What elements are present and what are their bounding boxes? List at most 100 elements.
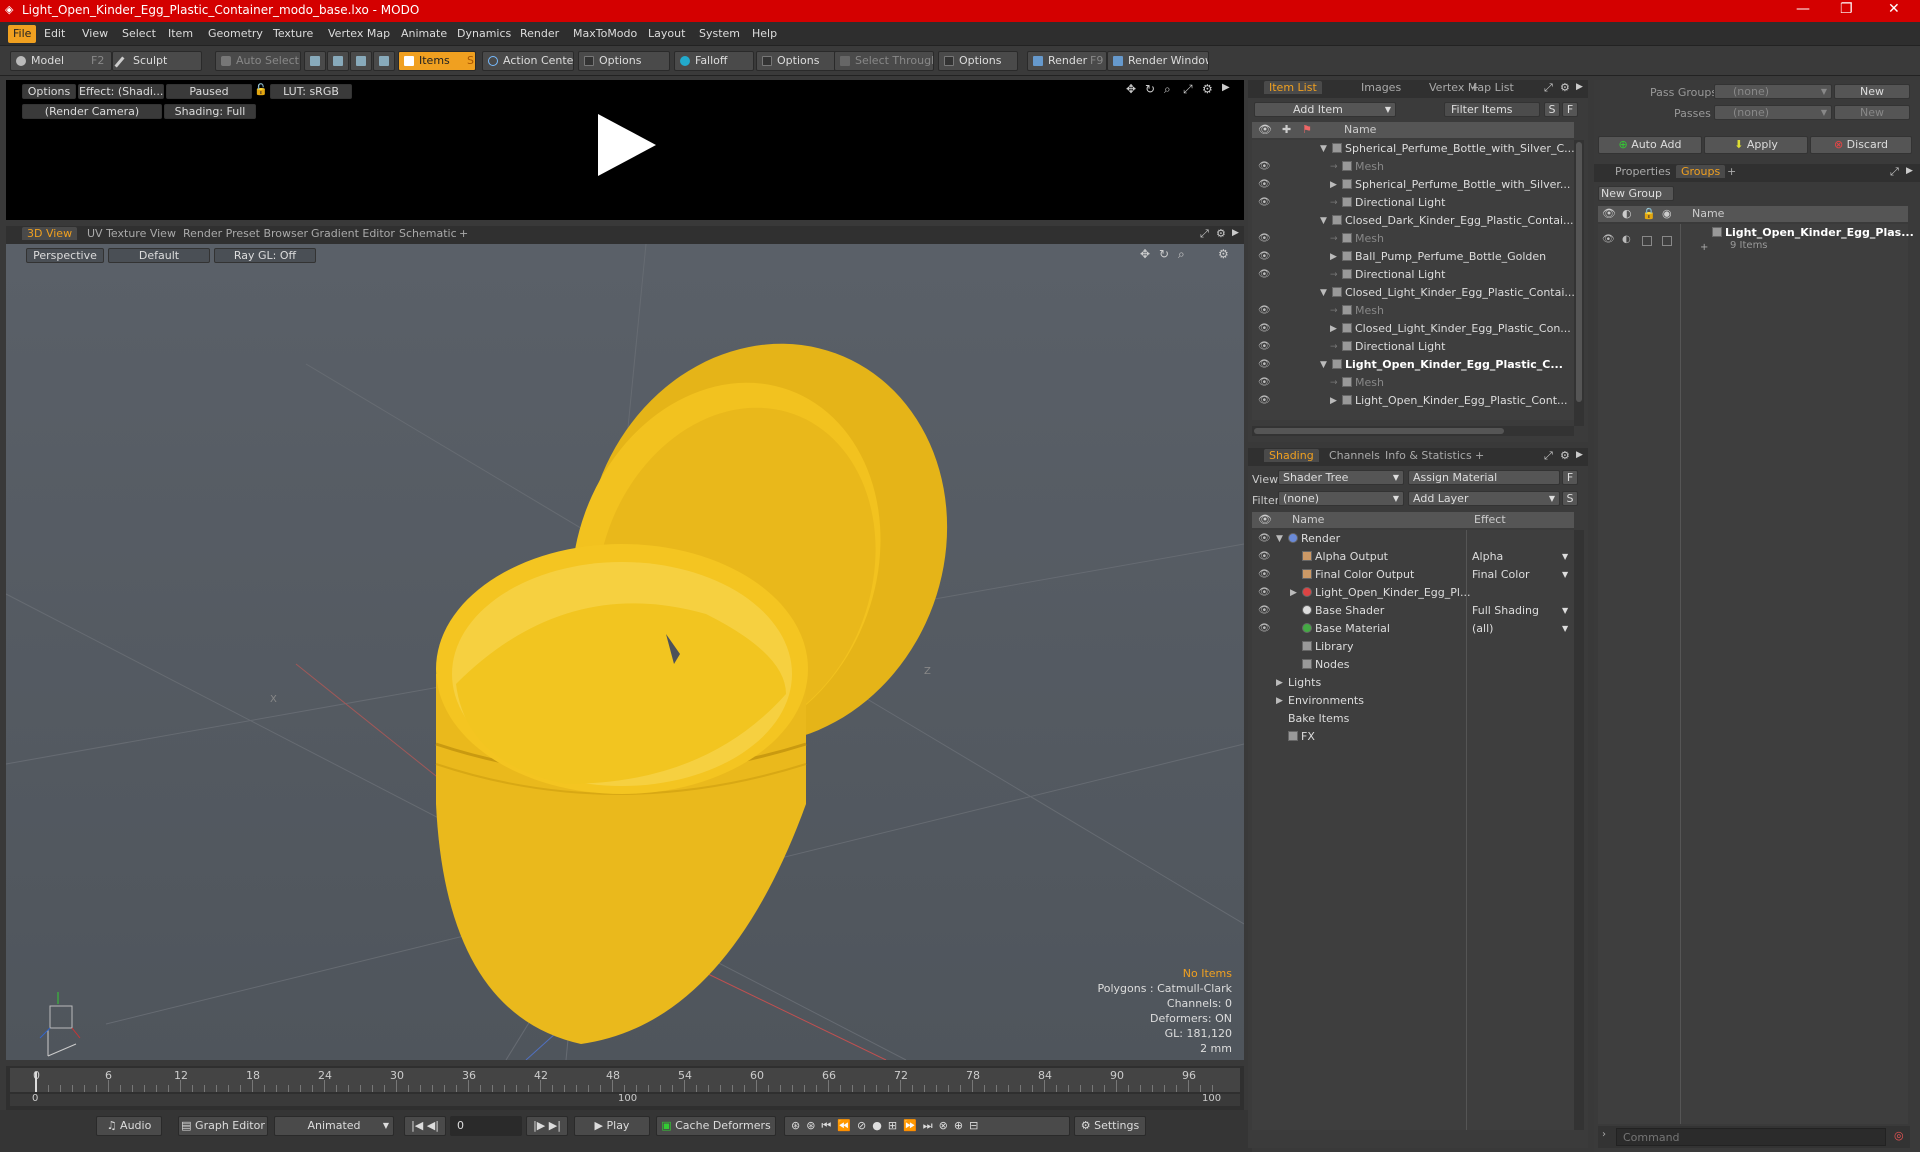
shading-s-button[interactable]: S: [1562, 491, 1578, 506]
eye-icon[interactable]: 👁: [1258, 530, 1271, 548]
items-button[interactable]: Items S: [398, 51, 476, 71]
item-list-row[interactable]: 👁 ▶ Light_Open_Kinder_Egg_Plastic_Cont...: [1252, 392, 1574, 410]
add-tab-button[interactable]: +: [454, 227, 473, 240]
item-list-row[interactable]: 👁 → Directional Light: [1252, 338, 1574, 356]
lut-dropdown[interactable]: LUT: sRGB: [270, 84, 352, 99]
cache-deformers-button[interactable]: ▣ Cache Deformers: [656, 1116, 776, 1136]
gear-icon[interactable]: ⚙: [1560, 81, 1570, 94]
assign-material-button[interactable]: Assign Material: [1408, 470, 1560, 485]
eye-icon[interactable]: 👁: [1258, 602, 1271, 620]
arrow-right-icon[interactable]: ▶: [1576, 82, 1583, 92]
timeline[interactable]: 0 6 12 18 24 30 36 42 48 54 60 66 72 78 84 90 96 0 100 1…: [6, 1066, 1244, 1110]
filter-mode-button[interactable]: F: [1562, 102, 1578, 117]
graph-editor-button[interactable]: ▤ Graph Editor: [178, 1116, 268, 1136]
gear-icon[interactable]: ⚙: [1218, 247, 1229, 261]
action-center-button[interactable]: Action Center: [482, 51, 574, 71]
eye-icon[interactable]: 👁: [1258, 176, 1271, 194]
effect-dropdown[interactable]: (all) ▼: [1472, 620, 1572, 638]
eye-icon[interactable]: 👁: [1258, 194, 1271, 212]
add-layer-dropdown[interactable]: Add Layer ▼: [1408, 491, 1560, 506]
discard-button[interactable]: ⊗ Discard: [1810, 136, 1912, 154]
tab-shading[interactable]: Shading: [1264, 449, 1319, 462]
gear-icon[interactable]: ⚙: [1202, 82, 1213, 96]
arrow-right-icon[interactable]: ▶: [1576, 450, 1583, 460]
edge-mode-button[interactable]: [327, 51, 349, 71]
expand-arrow-icon[interactable]: ▶: [1330, 176, 1337, 194]
shader-row[interactable]: ▶ Environments: [1252, 692, 1574, 710]
passes-dropdown[interactable]: (none) ▼: [1714, 105, 1832, 120]
tab-channels[interactable]: Channels: [1324, 449, 1385, 462]
vertex-mode-button[interactable]: [304, 51, 326, 71]
render-preview[interactable]: Options Effect: (Shadi... Paused 🔓 LUT: …: [6, 80, 1244, 220]
polygon-mode-button[interactable]: [350, 51, 372, 71]
lock-icon[interactable]: 🔓: [254, 83, 268, 96]
expand-arrow-icon[interactable]: ▶: [1330, 392, 1337, 410]
perspective-dropdown[interactable]: Perspective: [26, 248, 104, 263]
item-list-row[interactable]: 👁 ▶ Spherical_Perfume_Bottle_with_Silver..…: [1252, 176, 1574, 194]
timeline-cursor[interactable]: [35, 1072, 37, 1092]
item-list-row[interactable]: 👁 → Mesh: [1252, 374, 1574, 392]
item-list-row[interactable]: 👁 → Mesh: [1252, 158, 1574, 176]
shader-row[interactable]: 👁 ▼ Render: [1252, 530, 1574, 548]
tab-3d-view[interactable]: 3D View: [22, 227, 78, 240]
effect-dropdown[interactable]: Final Color ▼: [1472, 566, 1572, 584]
sculpt-button[interactable]: Sculpt: [112, 51, 202, 71]
item-list-row[interactable]: 👁 → Directional Light: [1252, 266, 1574, 284]
move-icon[interactable]: ✥: [1140, 247, 1150, 261]
tab-item-list[interactable]: Item List: [1264, 81, 1322, 94]
pass-groups-dropdown[interactable]: (none) ▼: [1714, 84, 1832, 99]
expand-group-icon[interactable]: +: [1700, 242, 1708, 253]
tab-groups[interactable]: Groups: [1676, 165, 1726, 178]
timeline-ruler-bottom[interactable]: 0 100 100: [10, 1093, 1240, 1106]
options-button-3[interactable]: Options: [938, 51, 1018, 71]
move-icon[interactable]: ✥: [1126, 82, 1136, 96]
command-record-icon[interactable]: ◎: [1894, 1129, 1904, 1142]
eye-icon[interactable]: 👁: [1258, 620, 1271, 638]
item-list-hscrollbar[interactable]: [1252, 426, 1574, 436]
shader-row[interactable]: 👁 Base Shader Full Shading ▼: [1252, 602, 1574, 620]
collapse-icon[interactable]: ▼: [1276, 530, 1283, 548]
menu-item[interactable]: Item: [168, 27, 193, 40]
rotate-icon[interactable]: ↻: [1159, 247, 1169, 261]
eye-icon[interactable]: 👁: [1258, 248, 1271, 266]
eye-icon[interactable]: 👁: [1258, 230, 1271, 248]
add-panel-tab-button[interactable]: +: [1470, 81, 1479, 94]
tab-schematic[interactable]: Schematic: [394, 227, 462, 240]
shader-row[interactable]: Bake Items: [1252, 710, 1574, 728]
add-item-dropdown[interactable]: Add Item ▼: [1254, 102, 1396, 117]
paused-button[interactable]: Paused: [166, 84, 252, 99]
3d-viewport[interactable]: Perspective Default Ray GL: Off ✥ ↻ ⌕ ⚙ …: [6, 244, 1244, 1060]
new-pass-group-button[interactable]: New: [1834, 84, 1910, 99]
shader-row[interactable]: FX: [1252, 728, 1574, 746]
filter-items-input[interactable]: Filter Items: [1444, 102, 1540, 117]
shader-row[interactable]: 👁 Alpha Output Alpha ▼: [1252, 548, 1574, 566]
eye-icon[interactable]: 👁: [1258, 566, 1271, 584]
command-arrow-icon[interactable]: ›: [1602, 1129, 1606, 1140]
expand-icon[interactable]: ⤢: [1544, 449, 1553, 463]
raygl-dropdown[interactable]: Ray GL: Off: [214, 248, 316, 263]
shading-dropdown[interactable]: Shading: Full: [164, 104, 256, 119]
zoom-icon[interactable]: ⌕: [1164, 82, 1171, 97]
material-mode-button[interactable]: [373, 51, 395, 71]
settings-button[interactable]: ⚙ Settings: [1074, 1116, 1146, 1136]
arrow-right-icon[interactable]: ▶: [1232, 228, 1239, 238]
expand-arrow-icon[interactable]: ▶: [1276, 692, 1283, 710]
default-dropdown[interactable]: Default: [108, 248, 210, 263]
shader-row[interactable]: Nodes: [1252, 656, 1574, 674]
item-list-row[interactable]: 👁 ▶ Closed_Light_Kinder_Egg_Plastic_Con...: [1252, 320, 1574, 338]
options-button-1[interactable]: Options: [578, 51, 670, 71]
model-button[interactable]: Model F2: [10, 51, 112, 71]
add-tab-button[interactable]: +: [1470, 449, 1489, 462]
new-group-button[interactable]: New Group: [1598, 186, 1674, 201]
new-pass-button[interactable]: New: [1834, 105, 1910, 120]
tab-uv-texture-view[interactable]: UV Texture View: [82, 227, 181, 240]
key-tools[interactable]: ⊛⊛⏮⏪⊘●⊞⏩⏭⊗⊕⊟: [784, 1116, 1070, 1136]
render-toggle-icon[interactable]: ◐: [1622, 234, 1631, 245]
shading-f-button[interactable]: F: [1562, 470, 1578, 485]
item-list-row[interactable]: 👁 → Mesh: [1252, 302, 1574, 320]
expand-icon[interactable]: ⤢: [1544, 81, 1553, 95]
lock-checkbox[interactable]: [1642, 236, 1652, 246]
render-window-button[interactable]: Render Window: [1107, 51, 1209, 71]
tab-properties[interactable]: Properties: [1610, 165, 1676, 178]
camera-dropdown[interactable]: (Render Camera): [22, 104, 162, 119]
